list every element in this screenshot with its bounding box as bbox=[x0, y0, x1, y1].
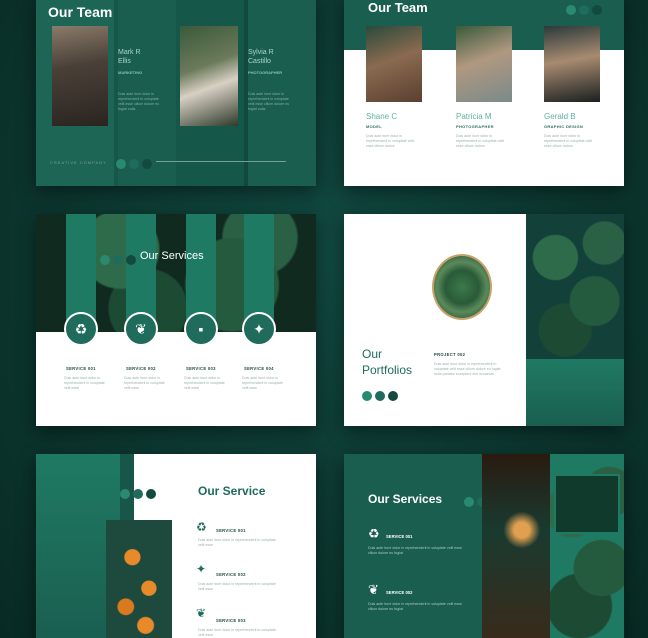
chat-icon: ▪ bbox=[184, 312, 218, 346]
slide-our-service[interactable]: Our Service ♻ SERVICE 001 Duis aute irur… bbox=[36, 454, 316, 638]
recycle-icon: ♻ bbox=[196, 520, 207, 534]
dot-icon bbox=[388, 391, 398, 401]
slide-our-services-stripes[interactable]: Our Services ♻ ❦ ▪ ✦ SERVICE 001 SERVICE… bbox=[36, 214, 316, 426]
photo-shane bbox=[366, 26, 422, 102]
bulb-icon: ✦ bbox=[242, 312, 276, 346]
project-description: Duis aute irure dolor in reprehenderit i… bbox=[434, 362, 501, 376]
service-label: SERVICE 002 bbox=[216, 572, 246, 577]
portfolio-side-photo bbox=[526, 214, 624, 359]
service-label: SERVICE 002 bbox=[126, 366, 156, 371]
fruit-photo bbox=[106, 520, 172, 638]
plant-icon: ❦ bbox=[368, 582, 379, 597]
slide-our-services-dark[interactable]: Our Services ♻ SERVICE 001 Duis aute iru… bbox=[344, 454, 624, 638]
member-description: Duis aute irure dolor in reprehenderit i… bbox=[248, 92, 290, 111]
plant-icon: ❦ bbox=[196, 606, 207, 620]
photo-mark bbox=[52, 26, 108, 126]
member-name: Patricia M bbox=[456, 112, 492, 121]
photo-patricia bbox=[456, 26, 512, 102]
slide-our-portfolios[interactable]: Our Portfolios PROJECT 002 Duis aute iru… bbox=[344, 214, 624, 426]
slide-title: Our Services bbox=[368, 492, 443, 506]
lounge-window bbox=[554, 474, 620, 534]
dot-icon bbox=[566, 5, 576, 15]
member-name: Sylvia R Castillo bbox=[248, 49, 274, 65]
divider-line bbox=[156, 161, 286, 162]
project-label: PROJECT 002 bbox=[434, 352, 466, 357]
service-description: Duis aute irure dolor in reprehenderit i… bbox=[184, 376, 225, 390]
service-description: Duis aute irure dolor in reprehenderit i… bbox=[198, 628, 276, 637]
slide-title: Our Service bbox=[198, 484, 266, 498]
member-role: PHOTOGRAPHER bbox=[248, 70, 283, 75]
service-label: SERVICE 003 bbox=[186, 366, 216, 371]
slide-title: Our Services bbox=[140, 250, 204, 262]
photo-sylvia bbox=[180, 26, 238, 126]
pager-dots bbox=[116, 156, 155, 174]
footer-text: CREATIVE COMPANY bbox=[50, 160, 107, 165]
member-role: PHOTOGRAPHER bbox=[456, 124, 494, 129]
dot-icon bbox=[113, 255, 123, 265]
dot-icon bbox=[129, 159, 139, 169]
service-label: SERVICE 002 bbox=[386, 590, 413, 595]
photo-gerald bbox=[544, 26, 600, 102]
dot-icon bbox=[464, 497, 474, 507]
member-description: Duis aute irure dolor in reprehenderit i… bbox=[544, 134, 593, 148]
service-description: Duis aute irure dolor in reprehenderit i… bbox=[198, 582, 276, 591]
dot-icon bbox=[375, 391, 385, 401]
service-description: Duis aute irure dolor in reprehenderit i… bbox=[368, 546, 462, 555]
recycle-icon: ♻ bbox=[64, 312, 98, 346]
dot-icon bbox=[120, 489, 130, 499]
service-description: Duis aute irure dolor in reprehenderit i… bbox=[124, 376, 165, 390]
portfolio-green-block bbox=[526, 359, 624, 426]
portfolio-circle-photo bbox=[432, 254, 492, 320]
member-description: Duis aute irure dolor in reprehenderit i… bbox=[366, 134, 415, 148]
member-role: MARKETING bbox=[118, 70, 143, 75]
slide-title: Our Team bbox=[368, 0, 428, 15]
pager-dots bbox=[566, 2, 605, 20]
dot-icon bbox=[142, 159, 152, 169]
slide-title: Our Portfolios bbox=[362, 347, 413, 377]
pager-dots bbox=[120, 486, 159, 504]
dot-icon bbox=[133, 489, 143, 499]
member-role: GRAPHIC DESIGN bbox=[544, 124, 584, 129]
service-description: Duis aute irure dolor in reprehenderit i… bbox=[242, 376, 283, 390]
pager-dots bbox=[362, 388, 401, 406]
service-label: SERVICE 004 bbox=[244, 366, 274, 371]
member-name: Mark R Ellis bbox=[118, 49, 141, 65]
pager-dots bbox=[100, 252, 139, 270]
dot-icon bbox=[116, 159, 126, 169]
dot-icon bbox=[146, 489, 156, 499]
slide-title: Our Team bbox=[48, 4, 113, 20]
service-label: SERVICE 001 bbox=[216, 528, 246, 533]
dot-icon bbox=[126, 255, 136, 265]
recycle-icon: ♻ bbox=[368, 526, 380, 541]
member-description: Duis aute irure dolor in reprehenderit i… bbox=[118, 92, 160, 111]
slide-our-team-green[interactable]: Our Team Mark R Ellis MARKETING Duis aut… bbox=[36, 0, 316, 186]
service-description: Duis aute irure dolor in reprehenderit i… bbox=[64, 376, 105, 390]
dot-icon bbox=[579, 5, 589, 15]
dot-icon bbox=[100, 255, 110, 265]
service-description: Duis aute irure dolor in reprehenderit i… bbox=[368, 602, 462, 611]
dot-icon bbox=[362, 391, 372, 401]
service-label: SERVICE 001 bbox=[66, 366, 96, 371]
member-name: Gerald B bbox=[544, 112, 576, 121]
bulb-icon: ✦ bbox=[196, 562, 207, 576]
service-description: Duis aute irure dolor in reprehenderit i… bbox=[198, 538, 276, 547]
slide-our-team-white[interactable]: Our Team Shane C MODEL Duis aute irure d… bbox=[344, 0, 624, 186]
member-description: Duis aute irure dolor in reprehenderit i… bbox=[456, 134, 505, 148]
plant-icon: ❦ bbox=[124, 312, 158, 346]
service-label: SERVICE 003 bbox=[216, 618, 246, 623]
dot-icon bbox=[592, 5, 602, 15]
service-label: SERVICE 001 bbox=[386, 534, 413, 539]
member-name: Shane C bbox=[366, 112, 398, 121]
member-role: MODEL bbox=[366, 124, 382, 129]
